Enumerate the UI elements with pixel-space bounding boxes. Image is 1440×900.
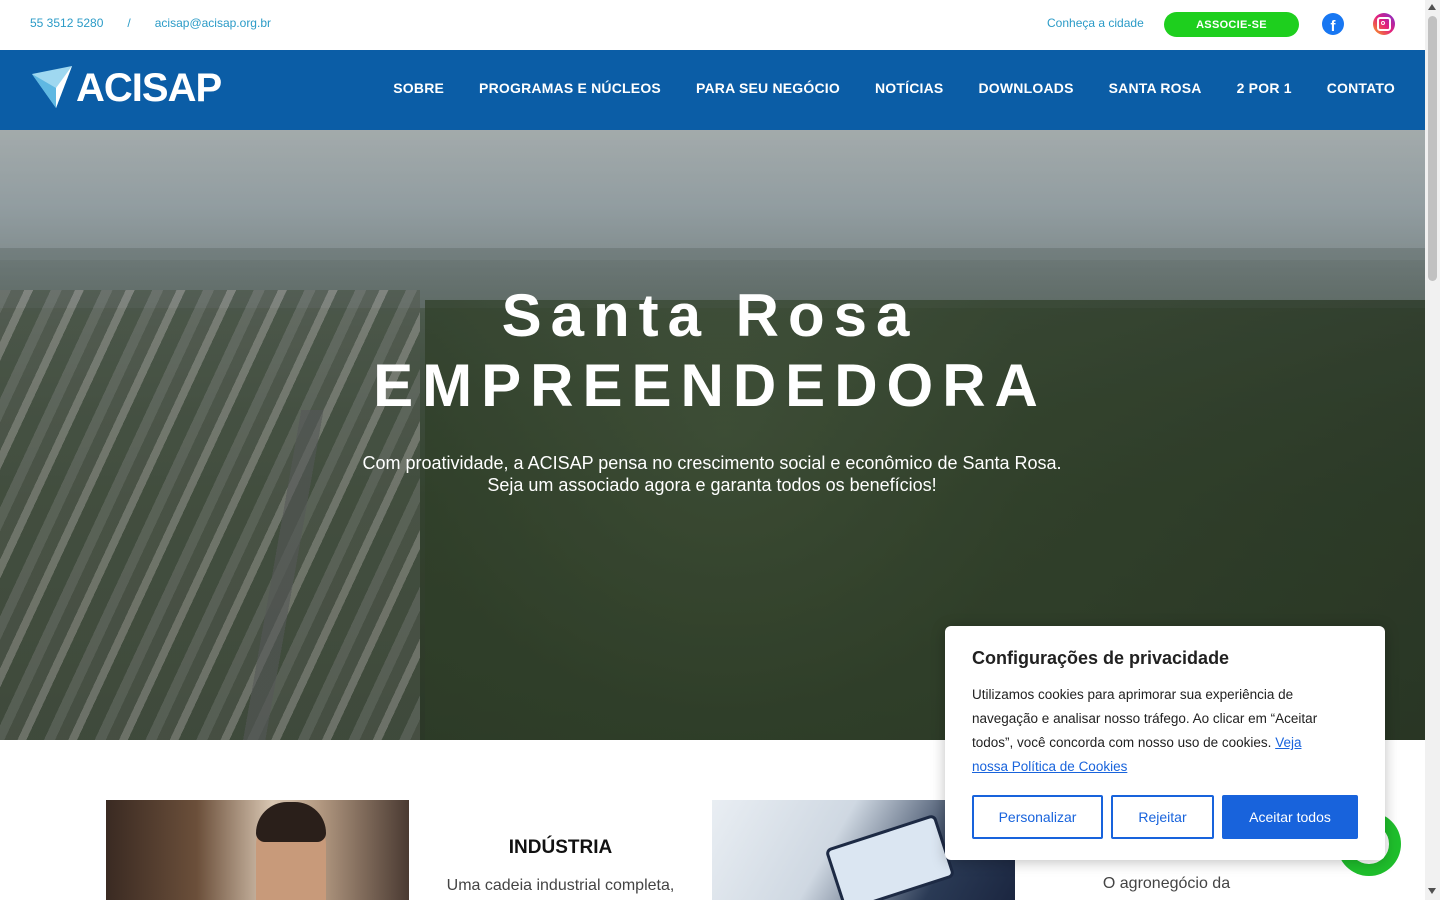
email-link[interactable]: acisap@acisap.org.br bbox=[155, 16, 271, 30]
main-navbar: ACISAP SOBRE PROGRAMAS E NÚCLEOS PARA SE… bbox=[0, 50, 1425, 130]
industry-card-image[interactable] bbox=[106, 800, 409, 900]
cookie-accept-button[interactable]: Aceitar todos bbox=[1222, 795, 1358, 839]
scroll-down-arrow-icon[interactable] bbox=[1428, 888, 1436, 894]
hero-desc-line1: Com proatividade, a ACISAP pensa no cres… bbox=[362, 453, 1062, 473]
phone-number[interactable]: 55 3512 5280 bbox=[30, 16, 103, 30]
scroll-up-arrow-icon[interactable] bbox=[1428, 4, 1436, 10]
logo-text: ACISAP bbox=[76, 66, 222, 110]
nav-item-sobre[interactable]: SOBRE bbox=[393, 80, 444, 96]
industry-card-title[interactable]: INDÚSTRIA bbox=[409, 837, 712, 859]
nav-menu: SOBRE PROGRAMAS E NÚCLEOS PARA SEU NEGÓC… bbox=[393, 80, 1395, 96]
nav-item-noticias[interactable]: NOTÍCIAS bbox=[875, 80, 944, 96]
agro-card-text: O agronegócio da bbox=[1102, 875, 1231, 892]
hero-title-line1: Santa Rosa bbox=[501, 282, 919, 349]
logo[interactable]: ACISAP bbox=[32, 66, 222, 110]
logo-paper-plane-icon bbox=[32, 66, 72, 108]
nav-item-santa-rosa[interactable]: SANTA ROSA bbox=[1109, 80, 1202, 96]
hero-desc-line2: Seja um associado agora e garanta todos … bbox=[487, 475, 937, 495]
nav-item-contato[interactable]: CONTATO bbox=[1327, 80, 1395, 96]
hero-description: Com proatividade, a ACISAP pensa no cres… bbox=[0, 452, 1424, 496]
industry-card-text: Uma cadeia industrial completa, bbox=[446, 877, 675, 894]
instagram-glyph bbox=[1377, 17, 1391, 31]
card-tablet-figure bbox=[824, 813, 956, 900]
cookie-personalize-button[interactable]: Personalizar bbox=[972, 795, 1103, 839]
cookie-consent-dialog: Configurações de privacidade Utilizamos … bbox=[945, 626, 1385, 860]
cookie-text-block: Utilizamos cookies para aprimorar sua ex… bbox=[972, 683, 1328, 779]
scroll-thumb[interactable] bbox=[1428, 16, 1437, 281]
cookie-title: Configurações de privacidade bbox=[972, 648, 1230, 668]
facebook-icon[interactable]: f bbox=[1322, 13, 1344, 35]
city-link[interactable]: Conheça a cidade bbox=[1047, 16, 1144, 30]
nav-item-programas[interactable]: PROGRAMAS E NÚCLEOS bbox=[479, 80, 661, 96]
facebook-glyph: f bbox=[1330, 18, 1336, 35]
cookie-reject-button[interactable]: Rejeitar bbox=[1111, 795, 1214, 839]
cookie-body: Utilizamos cookies para aprimorar sua ex… bbox=[972, 687, 1318, 750]
associate-button[interactable]: ASSOCIE-SE bbox=[1164, 12, 1299, 37]
instagram-icon[interactable] bbox=[1373, 13, 1395, 35]
nav-item-downloads[interactable]: DOWNLOADS bbox=[978, 80, 1073, 96]
page-scrollbar[interactable] bbox=[1425, 0, 1440, 900]
card-person-hair bbox=[256, 802, 326, 842]
contact-info: 55 3512 5280 / acisap@acisap.org.br bbox=[30, 16, 271, 30]
nav-item-2por1[interactable]: 2 POR 1 bbox=[1237, 80, 1292, 96]
contact-separator: / bbox=[127, 16, 131, 30]
top-bar: 55 3512 5280 / acisap@acisap.org.br Conh… bbox=[0, 0, 1425, 50]
hero-title-line2: EMPREENDEDORA bbox=[373, 352, 1047, 419]
nav-item-negocio[interactable]: PARA SEU NEGÓCIO bbox=[696, 80, 840, 96]
